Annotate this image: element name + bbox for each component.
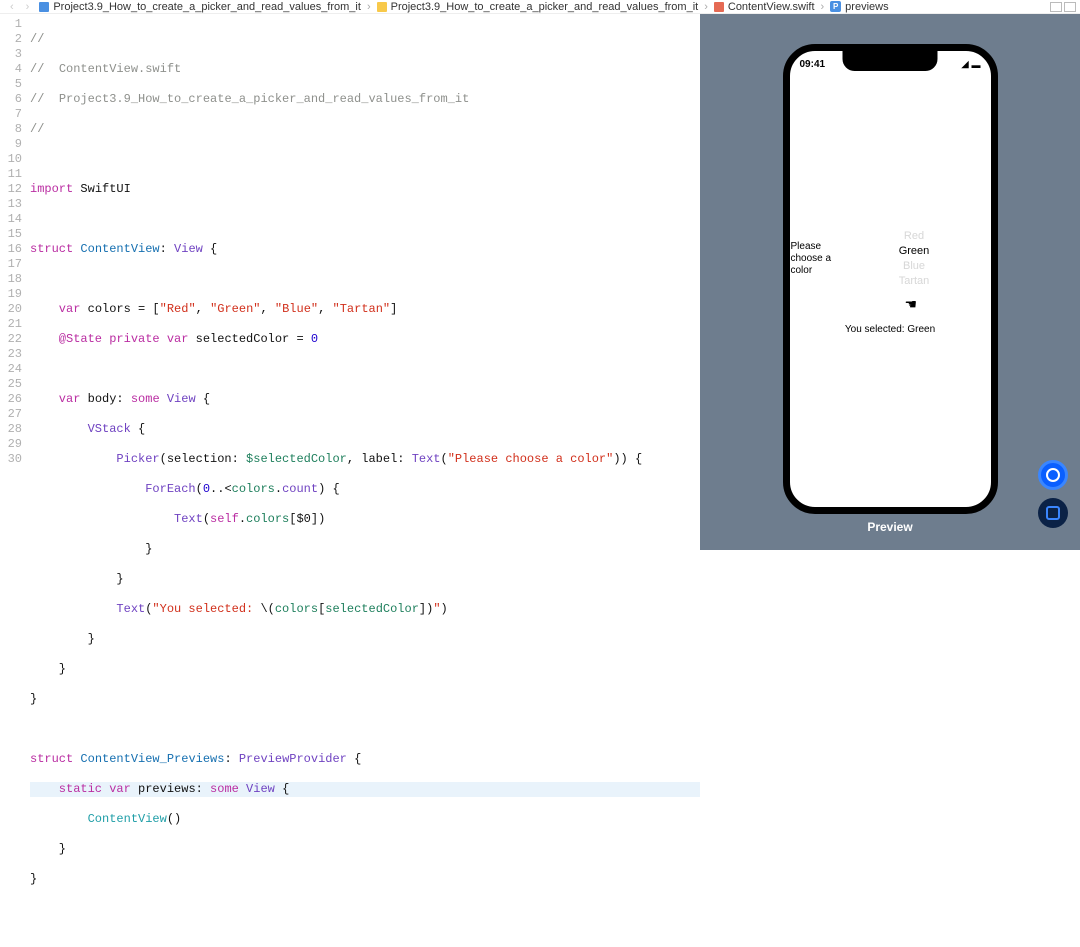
picker-option[interactable]: Tartan [899, 274, 930, 289]
layout-right-icon[interactable] [1064, 2, 1076, 12]
chevron-right-icon: › [702, 1, 710, 13]
code-editor[interactable]: 1234567891011121314151617181920212223242… [0, 14, 700, 550]
line-gutter: 1234567891011121314151617181920212223242… [0, 17, 30, 550]
folder-icon [377, 2, 387, 12]
picker-option[interactable]: Blue [903, 259, 925, 274]
breadcrumb-item-folder[interactable]: Project3.9_How_to_create_a_picker_and_re… [373, 1, 703, 13]
swift-file-icon [714, 2, 724, 12]
selection-text: You selected: Green [845, 324, 935, 335]
xcodeproj-icon [39, 2, 49, 12]
property-icon: P [830, 1, 841, 12]
inspect-preview-button[interactable] [1038, 498, 1068, 528]
chevron-right-icon: › [365, 1, 373, 13]
breadcrumb-bar: ‹ › Project3.9_How_to_create_a_picker_an… [0, 0, 1080, 14]
nav-forward-icon[interactable]: › [20, 1, 36, 13]
picker-option[interactable]: Red [904, 229, 924, 244]
breadcrumb-label: Project3.9_How_to_create_a_picker_and_re… [391, 1, 699, 13]
breadcrumb-item-symbol[interactable]: P previews [826, 1, 892, 13]
picker-label: Please choose a color [790, 241, 838, 277]
breadcrumb-item-project[interactable]: Project3.9_How_to_create_a_picker_and_re… [35, 1, 365, 13]
chevron-right-icon: › [819, 1, 827, 13]
preview-canvas[interactable]: 09:41 ◢ ▬ Please choose a color Red Gree… [700, 14, 1080, 550]
breadcrumb-item-file[interactable]: ContentView.swift [710, 1, 819, 13]
picker-wheel[interactable]: Red Green Blue Tartan [838, 224, 991, 294]
editor-layout-buttons [1050, 2, 1076, 12]
breadcrumb-label: ContentView.swift [728, 1, 815, 13]
picker-option-selected[interactable]: Green [899, 244, 930, 259]
code-content[interactable]: // // ContentView.swift // Project3.9_Ho… [30, 17, 700, 550]
layout-left-icon[interactable] [1050, 2, 1062, 12]
breadcrumb-label: Project3.9_How_to_create_a_picker_and_re… [53, 1, 361, 13]
breadcrumb-label: previews [845, 1, 888, 13]
device-frame: 09:41 ◢ ▬ Please choose a color Red Gree… [783, 44, 998, 514]
app-content: Please choose a color Red Green Blue Tar… [790, 51, 991, 507]
live-preview-button[interactable] [1038, 460, 1068, 490]
preview-title: Preview [867, 520, 912, 534]
nav-back-icon[interactable]: ‹ [4, 1, 20, 13]
